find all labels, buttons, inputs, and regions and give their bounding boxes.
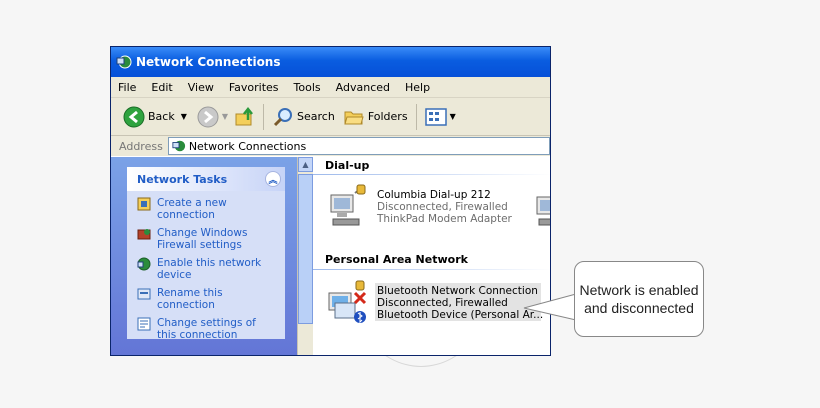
search-icon: [273, 107, 293, 126]
folders-label: Folders: [367, 110, 408, 123]
forward-dropdown-icon[interactable]: ▼: [222, 112, 228, 121]
back-arrow-icon: [123, 106, 145, 127]
menu-advanced[interactable]: Advanced: [329, 81, 398, 94]
network-tasks-header[interactable]: Network Tasks ︽: [127, 167, 285, 191]
task-rename-connection[interactable]: Rename this connection: [137, 287, 277, 311]
bluetooth-connection-status: Disconnected, Firewalled: [377, 297, 508, 309]
bluetooth-network-icon: [328, 280, 367, 324]
forward-button[interactable]: ▼: [197, 106, 228, 128]
vertical-scrollbar[interactable]: ▲: [297, 157, 313, 355]
search-label: Search: [297, 110, 335, 123]
menu-help[interactable]: Help: [398, 81, 438, 94]
task-pane: Network Tasks ︽ Create a new connection …: [111, 157, 297, 355]
toolbar-separator: [263, 103, 265, 130]
task-label: Rename this connection: [157, 287, 223, 311]
bluetooth-connection-device: Bluetooth Device (Personal Ar...: [377, 309, 544, 321]
forward-arrow-icon: [197, 106, 219, 127]
dialup-connection-name: Columbia Dial-up 212: [377, 189, 491, 201]
toolbar-separator: [415, 103, 417, 130]
network-connections-icon: [172, 140, 185, 152]
network-tasks-panel: Network Tasks ︽ Create a new connection …: [127, 167, 285, 341]
dialup-connection-device: ThinkPad Modem Adapter: [377, 213, 512, 225]
bluetooth-connection-name: Bluetooth Network Connection: [377, 285, 538, 297]
menu-tools[interactable]: Tools: [287, 81, 329, 94]
task-create-connection[interactable]: Create a new connection: [137, 197, 277, 221]
task-label: Change settings of this connection: [157, 317, 256, 341]
task-change-settings[interactable]: Change settings of this connection: [137, 317, 277, 341]
back-label: Back: [148, 110, 175, 123]
new-connection-icon: [137, 197, 151, 211]
task-label: Change Windows Firewall settings: [157, 227, 248, 251]
menu-edit[interactable]: Edit: [144, 81, 180, 94]
network-connections-window: Network Connections File Edit View Favor…: [110, 46, 551, 356]
dialup-connection-status: Disconnected, Firewalled: [377, 201, 508, 213]
views-dropdown-icon[interactable]: ▼: [450, 112, 456, 121]
toolbar: Back ▼ ▼ Search Folders ▼: [111, 98, 550, 136]
group-header-pan: Personal Area Network: [325, 253, 468, 266]
settings-icon: [137, 317, 151, 331]
bluetooth-connection-item[interactable]: Bluetooth Network Connection Disconnecte…: [327, 279, 549, 329]
search-button[interactable]: Search: [272, 106, 335, 128]
title-bar: Network Connections: [111, 47, 550, 77]
task-label: Create a new connection: [157, 197, 227, 221]
network-connections-icon: [116, 55, 132, 69]
address-value: Network Connections: [188, 139, 307, 153]
enable-device-icon: [137, 257, 151, 271]
address-label: Address: [119, 139, 163, 153]
rename-icon: [137, 288, 151, 300]
address-field[interactable]: Network Connections: [167, 137, 550, 155]
callout-pointer: [523, 293, 577, 321]
network-tasks-title: Network Tasks: [137, 172, 228, 186]
back-dropdown-icon[interactable]: ▼: [181, 112, 187, 121]
menu-bar: File Edit View Favorites Tools Advanced …: [111, 77, 550, 98]
group-divider: [313, 174, 550, 175]
task-label: Enable this network device: [157, 257, 262, 281]
menu-favorites[interactable]: Favorites: [222, 81, 287, 94]
address-bar: Address Network Connections: [111, 136, 550, 156]
connections-list: Dial-up Columbia Dial-up 212 Disconnecte…: [313, 157, 551, 355]
dialup-modem-icon: [330, 184, 366, 226]
firewall-icon: [137, 229, 151, 240]
folders-icon: [344, 111, 364, 124]
group-header-dialup: Dial-up: [325, 159, 370, 172]
partial-connection-icon[interactable]: [535, 193, 551, 233]
views-button[interactable]: ▼: [424, 107, 456, 127]
scroll-thumb[interactable]: [298, 174, 313, 324]
collapse-chevron-icon[interactable]: ︽: [265, 171, 281, 187]
menu-file[interactable]: File: [111, 81, 144, 94]
callout-annotation: Network is enabled and disconnected: [574, 261, 704, 337]
up-folder-icon: [235, 106, 254, 125]
dialup-connection-item[interactable]: Columbia Dial-up 212 Disconnected, Firew…: [327, 183, 512, 233]
views-icon: [424, 107, 447, 126]
callout-text: Network is enabled and disconnected: [579, 282, 699, 316]
folders-button[interactable]: Folders: [343, 106, 408, 128]
back-button[interactable]: Back ▼: [123, 106, 187, 128]
task-firewall-settings[interactable]: Change Windows Firewall settings: [137, 227, 277, 251]
up-button[interactable]: [234, 106, 259, 128]
task-enable-device[interactable]: Enable this network device: [137, 257, 277, 281]
group-divider: [313, 269, 550, 270]
window-title: Network Connections: [136, 55, 281, 69]
scroll-up-button[interactable]: ▲: [298, 157, 313, 172]
menu-view[interactable]: View: [181, 81, 222, 94]
